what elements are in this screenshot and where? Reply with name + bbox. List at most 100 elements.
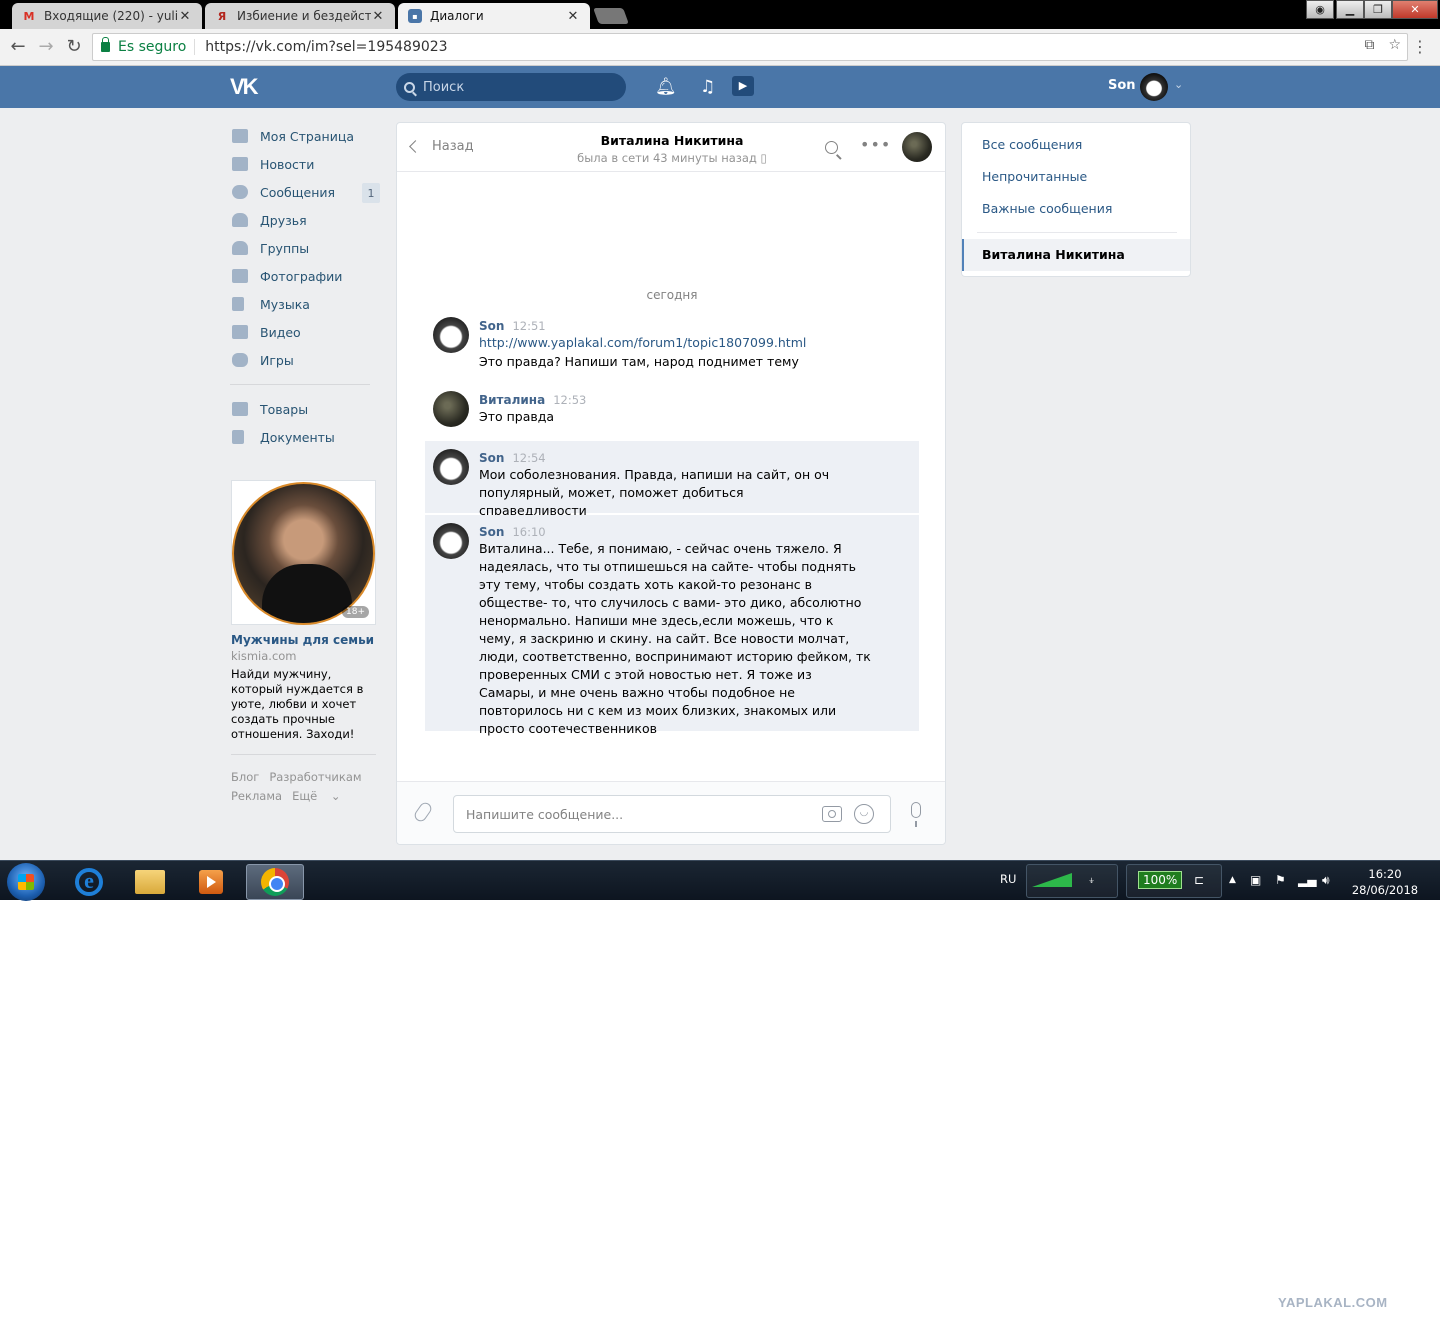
message-author[interactable]: Son bbox=[479, 525, 504, 539]
sidebar-item-friends[interactable]: Друзья bbox=[230, 206, 380, 234]
action-center-flag-icon[interactable]: ⚑ bbox=[1275, 873, 1286, 887]
documents-icon bbox=[232, 430, 244, 444]
header-user-name[interactable]: Son bbox=[1108, 78, 1136, 93]
sidebar-item-news[interactable]: Новости bbox=[230, 150, 380, 178]
emoji-smile-icon[interactable]: ◡ bbox=[854, 804, 874, 824]
message-author[interactable]: Son bbox=[479, 319, 504, 333]
ad-domain: kismia.com bbox=[231, 649, 297, 663]
tab-close-icon[interactable]: ✕ bbox=[566, 9, 580, 24]
filter-all-messages[interactable]: Все сообщения bbox=[982, 137, 1082, 152]
message-item[interactable]: Son 16:10 Виталина... Тебе, я понимаю, - … bbox=[425, 515, 919, 736]
play-icon[interactable]: ▶ bbox=[732, 76, 754, 96]
ad-block[interactable]: 18+ Мужчины для семьи kismia.com Найди м… bbox=[231, 480, 376, 755]
message-input[interactable]: Напишите сообщение... ◡ bbox=[453, 795, 891, 833]
search-input[interactable]: Поиск bbox=[396, 73, 626, 101]
sidebar-item-music[interactable]: Музыка bbox=[230, 290, 380, 318]
tab-title: Избиение и бездействие bbox=[237, 9, 371, 23]
message-author[interactable]: Виталина bbox=[479, 393, 545, 407]
network-bars-icon[interactable]: ▂▄ bbox=[1298, 873, 1316, 887]
tab-close-icon[interactable]: ✕ bbox=[371, 9, 385, 24]
notifications-bell-icon[interactable]: 🔔︎ bbox=[655, 77, 677, 97]
message-item[interactable]: Son 12:51 http://www.yaplakal.com/forum1/… bbox=[425, 309, 919, 381]
microphone-icon[interactable] bbox=[911, 802, 921, 827]
wireless-icon[interactable]: ⍖ bbox=[1088, 873, 1095, 888]
back-arrow-icon[interactable]: ← bbox=[8, 37, 28, 57]
sidebar-item-groups[interactable]: Группы bbox=[230, 234, 380, 262]
peer-avatar[interactable] bbox=[902, 132, 932, 162]
tab-close-icon[interactable]: ✕ bbox=[178, 9, 192, 24]
sidebar-item-label: Фотографии bbox=[260, 268, 343, 284]
tab-gmail[interactable]: M Входящие (220) - yuliaisi ✕ bbox=[12, 3, 202, 29]
new-tab-button[interactable] bbox=[593, 8, 629, 24]
footer-ads-link[interactable]: Реклама bbox=[231, 789, 282, 803]
message-link[interactable]: http://www.yaplakal.com/forum1/topic1807… bbox=[479, 335, 806, 350]
user-profile-icon[interactable]: ◉ bbox=[1306, 0, 1334, 19]
chat-panel: Назад Виталина Никитина была в сети 43 м… bbox=[396, 122, 946, 845]
tab-yaplakal[interactable]: Я Избиение и бездействие ✕ bbox=[205, 3, 395, 29]
sender-avatar[interactable] bbox=[433, 449, 469, 485]
ad-image[interactable]: 18+ bbox=[231, 480, 376, 625]
header-avatar[interactable] bbox=[1140, 73, 1168, 101]
message-item[interactable]: Виталина 12:53 Это правда bbox=[425, 383, 919, 436]
sender-avatar[interactable] bbox=[433, 391, 469, 427]
power-plug-icon[interactable]: ⊏ bbox=[1194, 873, 1204, 887]
address-bar[interactable]: Es seguro https://vk.com/im?sel=19548902… bbox=[92, 33, 1408, 61]
vk-header: VK Поиск 🔔︎ ♫ ▶ Son ⌄ bbox=[0, 66, 1440, 108]
footer-blog-link[interactable]: Блог bbox=[231, 770, 259, 784]
music-note-icon[interactable]: ♫ bbox=[700, 77, 715, 97]
volume-speaker-icon[interactable]: 🔊︎ bbox=[1322, 873, 1330, 888]
taskbar-explorer[interactable] bbox=[121, 864, 179, 900]
device-icon[interactable]: ▣ bbox=[1250, 873, 1261, 887]
message-item[interactable]: Son 12:54 Мои соболезнования. Правда, нап… bbox=[425, 441, 919, 518]
ad-text: Найди мужчину, который нуждается в уюте,… bbox=[231, 667, 364, 741]
taskbar-clock[interactable]: 16:20 28/06/2018 bbox=[1350, 866, 1420, 898]
more-actions-icon[interactable]: ••• bbox=[860, 135, 891, 154]
bookmark-star-icon[interactable]: ☆ bbox=[1388, 37, 1401, 53]
maximize-button[interactable]: ❐ bbox=[1364, 0, 1392, 19]
close-window-button[interactable]: ✕ bbox=[1392, 0, 1438, 19]
taskbar-chrome[interactable] bbox=[246, 864, 304, 900]
tab-dialogs[interactable]: ▪ Диалоги ✕ bbox=[398, 3, 590, 29]
windows-start-button[interactable] bbox=[7, 863, 45, 901]
message-text: Виталина... Тебе, я понимаю, - сейчас оч… bbox=[479, 541, 871, 736]
forward-arrow-icon[interactable]: → bbox=[36, 37, 56, 57]
translate-icon[interactable]: ⧉ bbox=[1364, 37, 1374, 53]
sidebar-item-market[interactable]: Товары bbox=[230, 395, 380, 423]
ad-title[interactable]: Мужчины для семьи bbox=[231, 633, 376, 647]
message-text: Это правда? Напиши там, народ поднимет т… bbox=[479, 354, 799, 369]
filter-unread[interactable]: Непрочитанные bbox=[982, 169, 1087, 184]
keyboard-language[interactable]: RU bbox=[1000, 872, 1016, 886]
sender-avatar[interactable] bbox=[433, 523, 469, 559]
battery-indicator[interactable]: 100% bbox=[1138, 871, 1183, 889]
footer-links: Блог Разработчикам Реклама Ещё ⌄ bbox=[231, 768, 391, 806]
sidebar-item-photos[interactable]: Фотографии bbox=[230, 262, 380, 290]
message-author[interactable]: Son bbox=[479, 451, 504, 465]
sidebar-item-messages[interactable]: Сообщения 1 bbox=[230, 178, 380, 206]
minimize-button[interactable]: ▁ bbox=[1336, 0, 1364, 19]
message-time: 12:54 bbox=[512, 451, 546, 465]
footer-developers-link[interactable]: Разработчикам bbox=[269, 770, 361, 784]
news-icon bbox=[232, 157, 248, 171]
camera-icon[interactable] bbox=[822, 806, 842, 822]
chat-search-icon[interactable] bbox=[825, 141, 838, 154]
reload-icon[interactable]: ↻ bbox=[64, 37, 84, 57]
taskbar-media-player[interactable] bbox=[182, 864, 240, 900]
messages-icon bbox=[232, 185, 248, 199]
show-hidden-icons-arrow[interactable]: ▲ bbox=[1229, 875, 1236, 885]
vk-logo[interactable]: VK bbox=[230, 74, 259, 100]
sidebar-item-video[interactable]: Видео bbox=[230, 318, 380, 346]
footer-more-link[interactable]: Ещё ⌄ bbox=[292, 789, 340, 803]
filter-important[interactable]: Важные сообщения bbox=[982, 201, 1112, 216]
sidebar-item-label: Моя Страница bbox=[260, 128, 354, 144]
taskbar-internet-explorer[interactable]: e bbox=[60, 864, 118, 900]
sidebar-item-label: Новости bbox=[260, 156, 315, 172]
sidebar-item-my-page[interactable]: Моя Страница bbox=[230, 122, 380, 150]
sidebar-item-games[interactable]: Игры bbox=[230, 346, 380, 374]
sender-avatar[interactable] bbox=[433, 317, 469, 353]
browser-menu-icon[interactable]: ⋮ bbox=[1412, 37, 1428, 56]
sidebar-item-documents[interactable]: Документы bbox=[230, 423, 380, 451]
chevron-down-icon[interactable]: ⌄ bbox=[1174, 78, 1183, 91]
attach-paperclip-icon[interactable] bbox=[412, 800, 434, 824]
message-text: Это правда bbox=[479, 409, 555, 424]
active-dialog-item[interactable]: Виталина Никитина bbox=[962, 239, 1190, 271]
